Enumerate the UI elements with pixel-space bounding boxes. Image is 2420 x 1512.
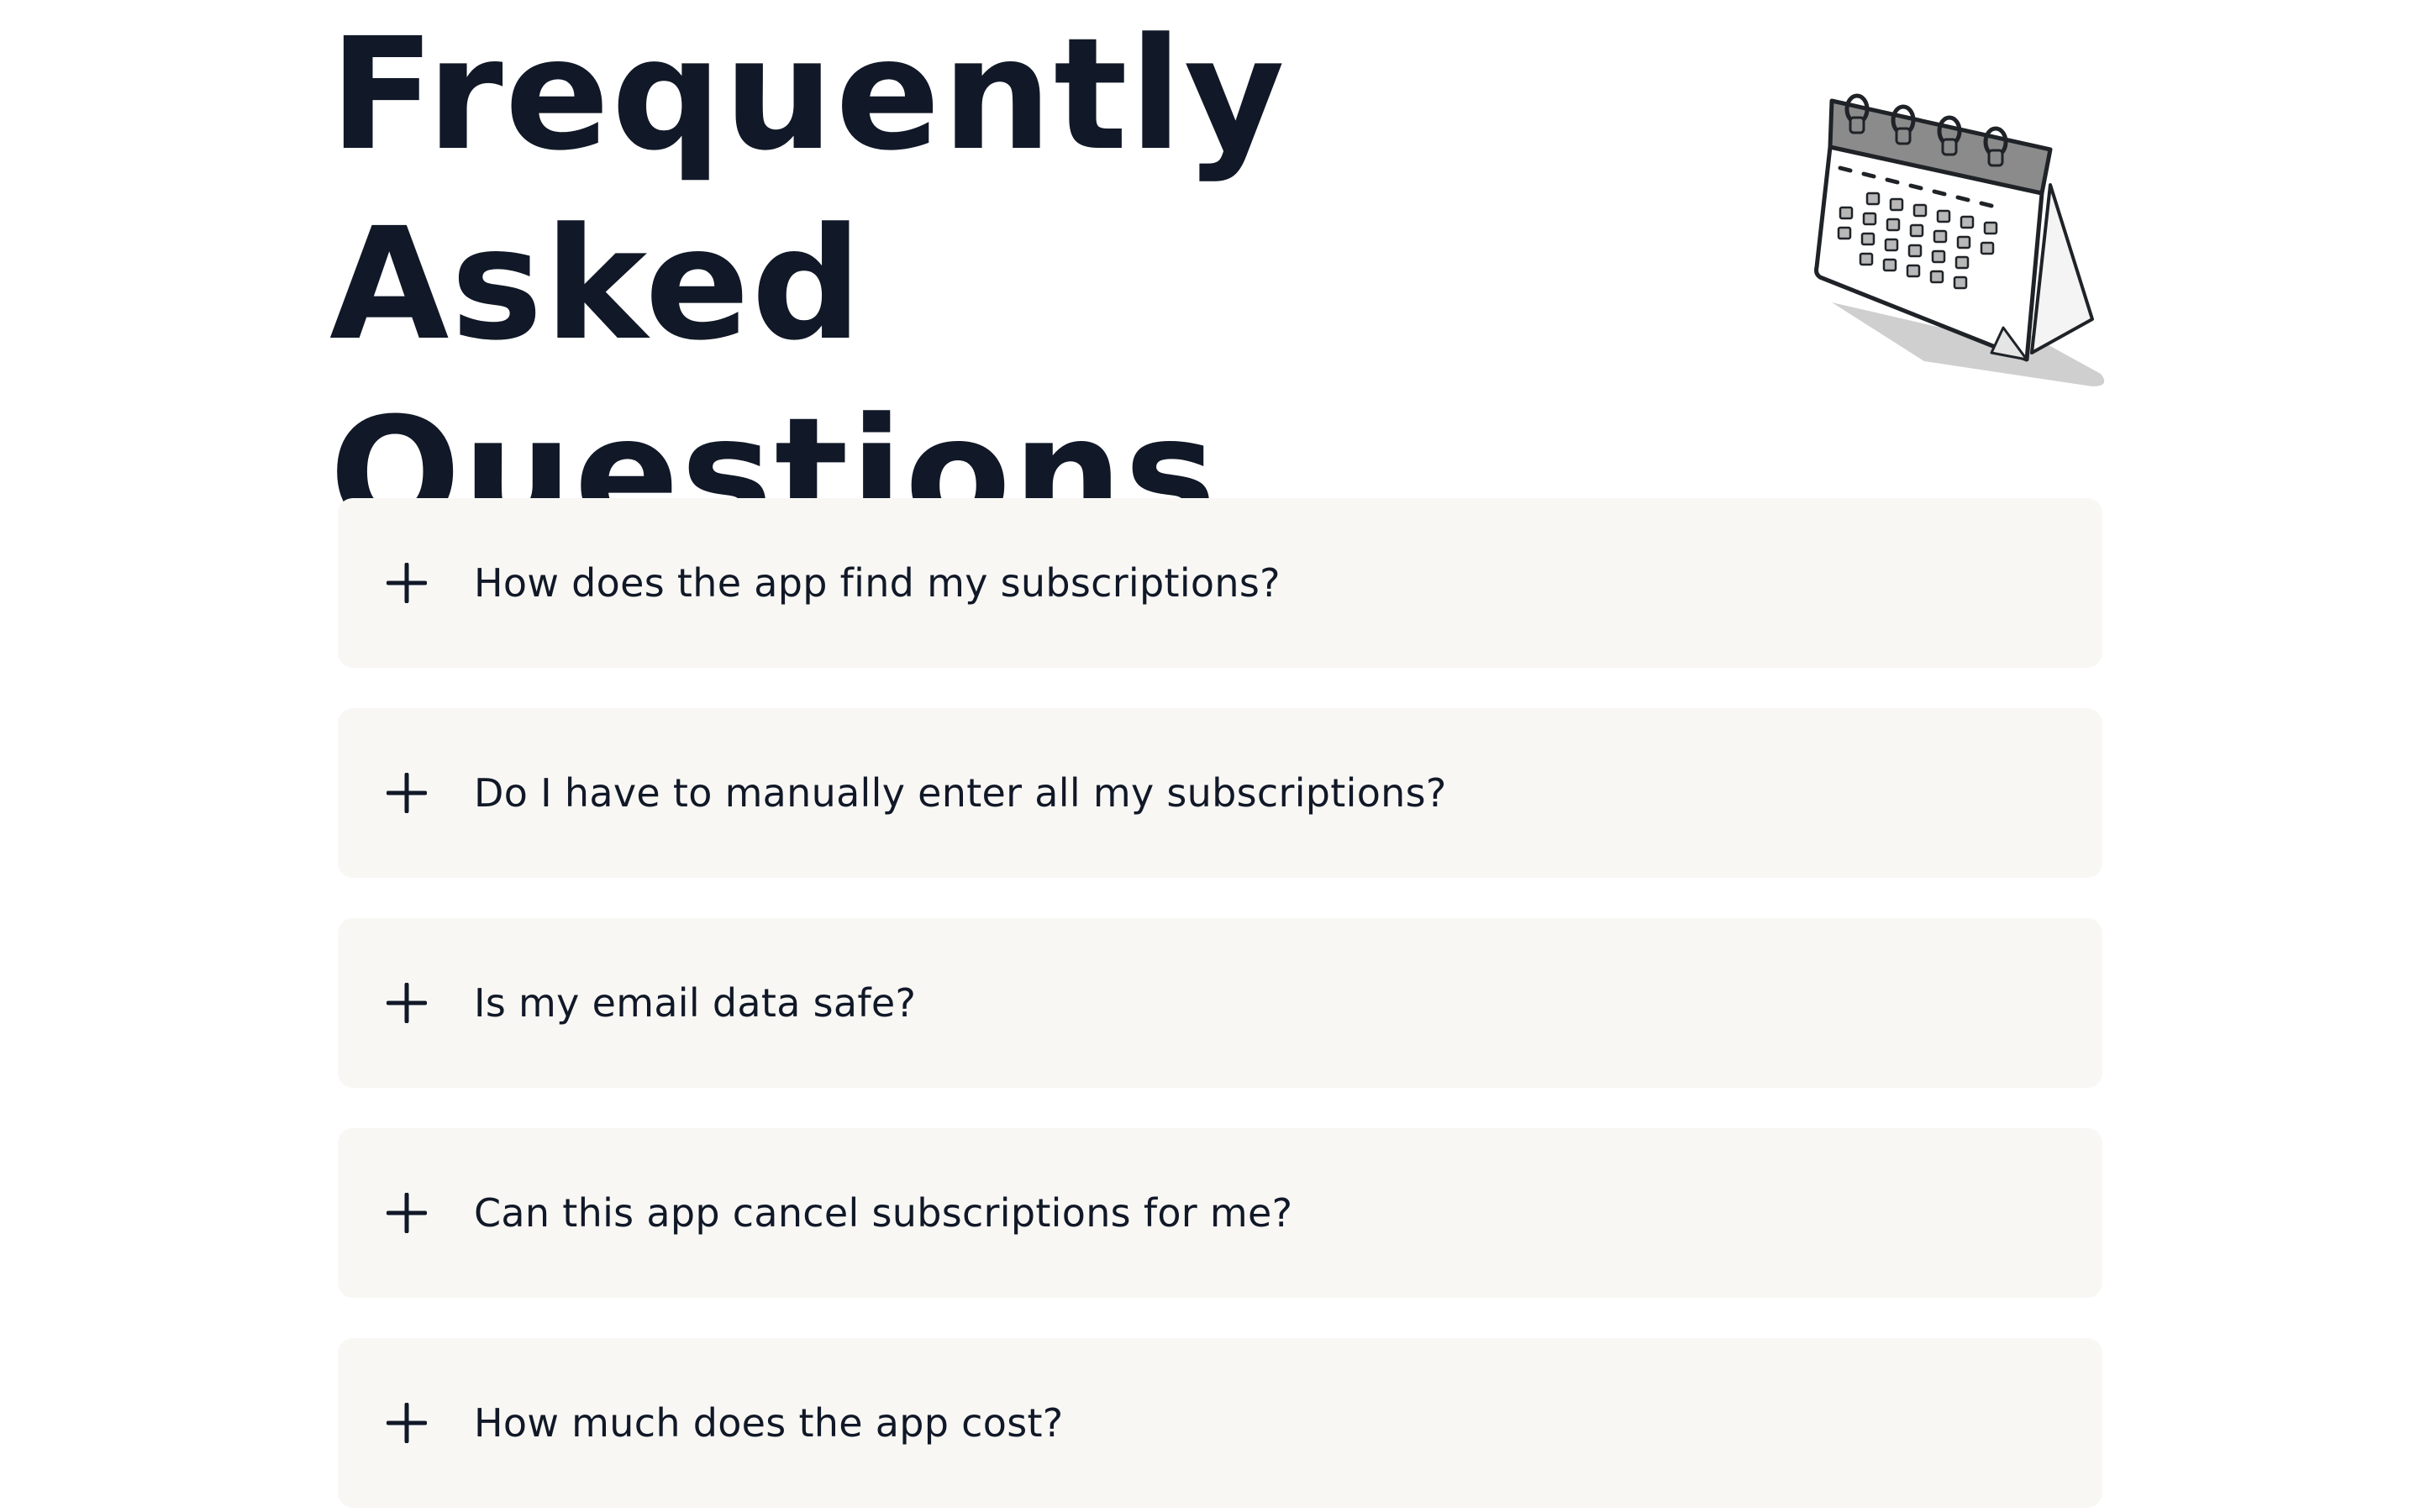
faq-question[interactable]: How does the app find my subscriptions? bbox=[474, 560, 1281, 606]
faq-item[interactable]: Is my email data safe? bbox=[338, 918, 2102, 1088]
plus-icon[interactable] bbox=[387, 1403, 427, 1443]
plus-icon[interactable] bbox=[387, 983, 427, 1023]
faq-question[interactable]: Can this app cancel subscriptions for me… bbox=[474, 1190, 1292, 1236]
faq-item[interactable]: How does the app find my subscriptions? bbox=[338, 498, 2102, 668]
faq-question[interactable]: Do I have to manually enter all my subsc… bbox=[474, 770, 1447, 816]
page-title: Frequently Asked Questions bbox=[329, 5, 1286, 564]
plus-icon[interactable] bbox=[387, 773, 427, 813]
faq-question[interactable]: Is my email data safe? bbox=[474, 980, 916, 1026]
faq-list: How does the app find my subscriptions? … bbox=[338, 498, 2102, 1512]
faq-item[interactable]: Do I have to manually enter all my subsc… bbox=[338, 708, 2102, 878]
faq-item[interactable]: Can this app cancel subscriptions for me… bbox=[338, 1128, 2102, 1298]
faq-question[interactable]: How much does the app cost? bbox=[474, 1400, 1064, 1446]
desk-calendar-icon bbox=[1814, 93, 2105, 386]
plus-icon[interactable] bbox=[387, 1193, 427, 1233]
faq-item[interactable]: How much does the app cost? bbox=[338, 1338, 2102, 1508]
plus-icon[interactable] bbox=[387, 563, 427, 603]
